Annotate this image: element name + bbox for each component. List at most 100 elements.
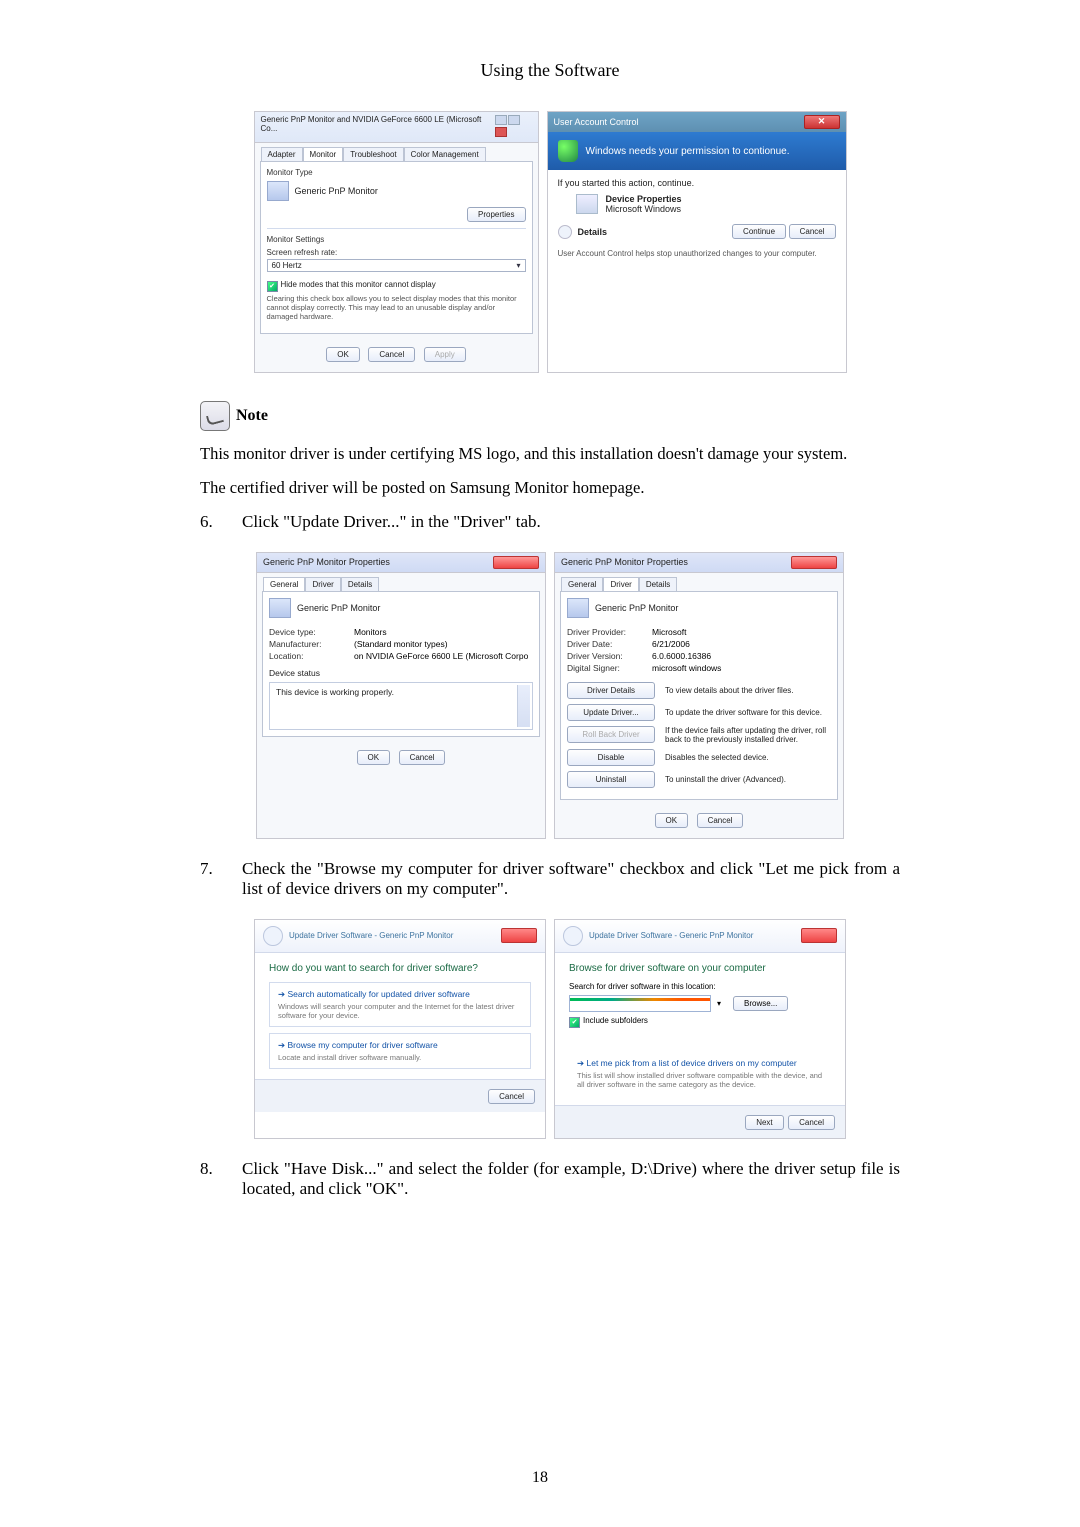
wizard-question: How do you want to search for driver sof…	[269, 963, 531, 974]
update-driver-button[interactable]: Update Driver...	[567, 704, 655, 721]
option-pick-from-list[interactable]: Let me pick from a list of device driver…	[569, 1058, 831, 1095]
back-icon[interactable]	[563, 926, 583, 946]
close-icon[interactable]	[801, 928, 837, 943]
uninstall-button[interactable]: Uninstall	[567, 771, 655, 788]
screenshot-row-2: Generic PnP Monitor Properties General D…	[200, 552, 900, 839]
uac-started-text: If you started this action, continue.	[558, 178, 836, 188]
close-icon[interactable]	[791, 556, 837, 569]
apply-button: Apply	[424, 347, 466, 362]
tab-driver[interactable]: Driver	[603, 577, 638, 591]
step-6: 6. Click "Update Driver..." in the "Driv…	[200, 512, 900, 532]
ok-button[interactable]: OK	[326, 347, 360, 362]
refresh-rate-combo[interactable]: 60 Hertz	[267, 259, 526, 272]
option-heading: Let me pick from a list of device driver…	[577, 1058, 823, 1069]
option-browse[interactable]: Browse my computer for driver software L…	[269, 1033, 531, 1069]
provider-label: Driver Provider:	[567, 627, 652, 637]
option-heading: Browse my computer for driver software	[278, 1040, 522, 1051]
cancel-button[interactable]: Cancel	[788, 1115, 835, 1130]
tab-details[interactable]: Details	[639, 577, 677, 591]
page-number: 18	[0, 1469, 1080, 1487]
tab-strip: Adapter Monitor Troubleshoot Color Manag…	[255, 143, 538, 161]
tab-details[interactable]: Details	[341, 577, 379, 591]
step-number: 6.	[200, 512, 218, 532]
uac-device-name: Device Properties	[606, 194, 682, 204]
manufacturer-value: (Standard monitor types)	[354, 639, 448, 649]
note-icon	[200, 401, 230, 431]
uac-title: User Account Control	[554, 117, 639, 127]
window-controls	[494, 115, 532, 139]
monitor-properties-dialog: Generic PnP Monitor and NVIDIA GeForce 6…	[254, 111, 539, 373]
monitor-name: Generic PnP Monitor	[295, 186, 378, 196]
search-label: Search for driver software in this locat…	[569, 982, 831, 991]
location-label: Location:	[269, 651, 354, 661]
close-icon[interactable]	[501, 928, 537, 943]
step-text: Click "Update Driver..." in the "Driver"…	[242, 512, 900, 532]
wizard-breadcrumb: Update Driver Software - Generic PnP Mon…	[589, 931, 753, 940]
screenshot-row-3: Update Driver Software - Generic PnP Mon…	[200, 919, 900, 1139]
continue-button[interactable]: Continue	[732, 224, 786, 239]
device-status-box: This device is working properly.	[269, 682, 533, 730]
provider-value: Microsoft	[652, 627, 686, 637]
props-general-dialog: Generic PnP Monitor Properties General D…	[256, 552, 546, 839]
option-desc: This list will show installed driver sof…	[577, 1071, 823, 1089]
manufacturer-label: Manufacturer:	[269, 639, 354, 649]
details-label[interactable]: Details	[578, 227, 608, 237]
cancel-button[interactable]: Cancel	[399, 750, 446, 765]
cancel-button[interactable]: Cancel	[789, 224, 836, 239]
close-icon[interactable]	[804, 115, 840, 129]
hide-modes-desc: Clearing this check box allows you to se…	[267, 294, 526, 321]
tab-adapter[interactable]: Adapter	[261, 147, 303, 161]
location-input[interactable]	[569, 995, 711, 1012]
browse-button[interactable]: Browse...	[733, 996, 788, 1011]
option-desc: Locate and install driver software manua…	[278, 1053, 522, 1062]
step-text: Click "Have Disk..." and select the fold…	[242, 1159, 900, 1199]
update-driver-wizard-search: Update Driver Software - Generic PnP Mon…	[254, 919, 546, 1139]
date-value: 6/21/2006	[652, 639, 690, 649]
update-driver-desc: To update the driver software for this d…	[665, 708, 831, 717]
disable-button[interactable]: Disable	[567, 749, 655, 766]
include-subfolders-checkbox[interactable]: Include subfolders	[569, 1016, 831, 1028]
signer-label: Digital Signer:	[567, 663, 652, 673]
dialog-title: Generic PnP Monitor Properties	[263, 557, 390, 567]
next-button[interactable]: Next	[745, 1115, 783, 1130]
tab-driver[interactable]: Driver	[305, 577, 340, 591]
close-icon[interactable]	[493, 556, 539, 569]
uac-publisher: Microsoft Windows	[606, 204, 682, 214]
cancel-button[interactable]: Cancel	[697, 813, 744, 828]
device-name: Generic PnP Monitor	[297, 603, 380, 613]
tab-color[interactable]: Color Management	[404, 147, 486, 161]
tab-troubleshoot[interactable]: Troubleshoot	[343, 147, 403, 161]
ok-button[interactable]: OK	[357, 750, 391, 765]
device-status-label: Device status	[269, 668, 533, 678]
page-header: Using the Software	[200, 60, 900, 81]
step-number: 7.	[200, 859, 218, 899]
monitor-icon	[267, 181, 289, 201]
tab-general[interactable]: General	[561, 577, 603, 591]
tab-monitor[interactable]: Monitor	[303, 147, 344, 161]
cancel-button[interactable]: Cancel	[488, 1089, 535, 1104]
option-search-auto[interactable]: Search automatically for updated driver …	[269, 982, 531, 1027]
ok-button[interactable]: OK	[655, 813, 689, 828]
cancel-button[interactable]: Cancel	[368, 347, 415, 362]
screenshot-row-1: Generic PnP Monitor and NVIDIA GeForce 6…	[200, 111, 900, 373]
tab-general[interactable]: General	[263, 577, 305, 591]
props-driver-dialog: Generic PnP Monitor Properties General D…	[554, 552, 844, 839]
device-type-value: Monitors	[354, 627, 387, 637]
properties-button[interactable]: Properties	[467, 207, 525, 222]
refresh-rate-label: Screen refresh rate:	[267, 248, 526, 257]
update-driver-wizard-browse: Update Driver Software - Generic PnP Mon…	[554, 919, 846, 1139]
uac-dialog: User Account Control Windows needs your …	[547, 111, 847, 373]
disable-desc: Disables the selected device.	[665, 753, 831, 762]
note-paragraph-2: The certified driver will be posted on S…	[200, 477, 900, 499]
driver-details-button[interactable]: Driver Details	[567, 682, 655, 699]
monitor-icon	[567, 598, 589, 618]
monitor-type-label: Monitor Type	[267, 168, 526, 177]
wizard-heading: Browse for driver software on your compu…	[569, 963, 831, 974]
chevron-down-icon[interactable]	[558, 225, 572, 239]
date-label: Driver Date:	[567, 639, 652, 649]
shield-icon	[558, 140, 578, 162]
hide-modes-checkbox[interactable]: Hide modes that this monitor cannot disp…	[267, 280, 526, 292]
device-icon	[576, 194, 598, 214]
back-icon[interactable]	[263, 926, 283, 946]
location-value: on NVIDIA GeForce 6600 LE (Microsoft Cor…	[354, 651, 528, 661]
